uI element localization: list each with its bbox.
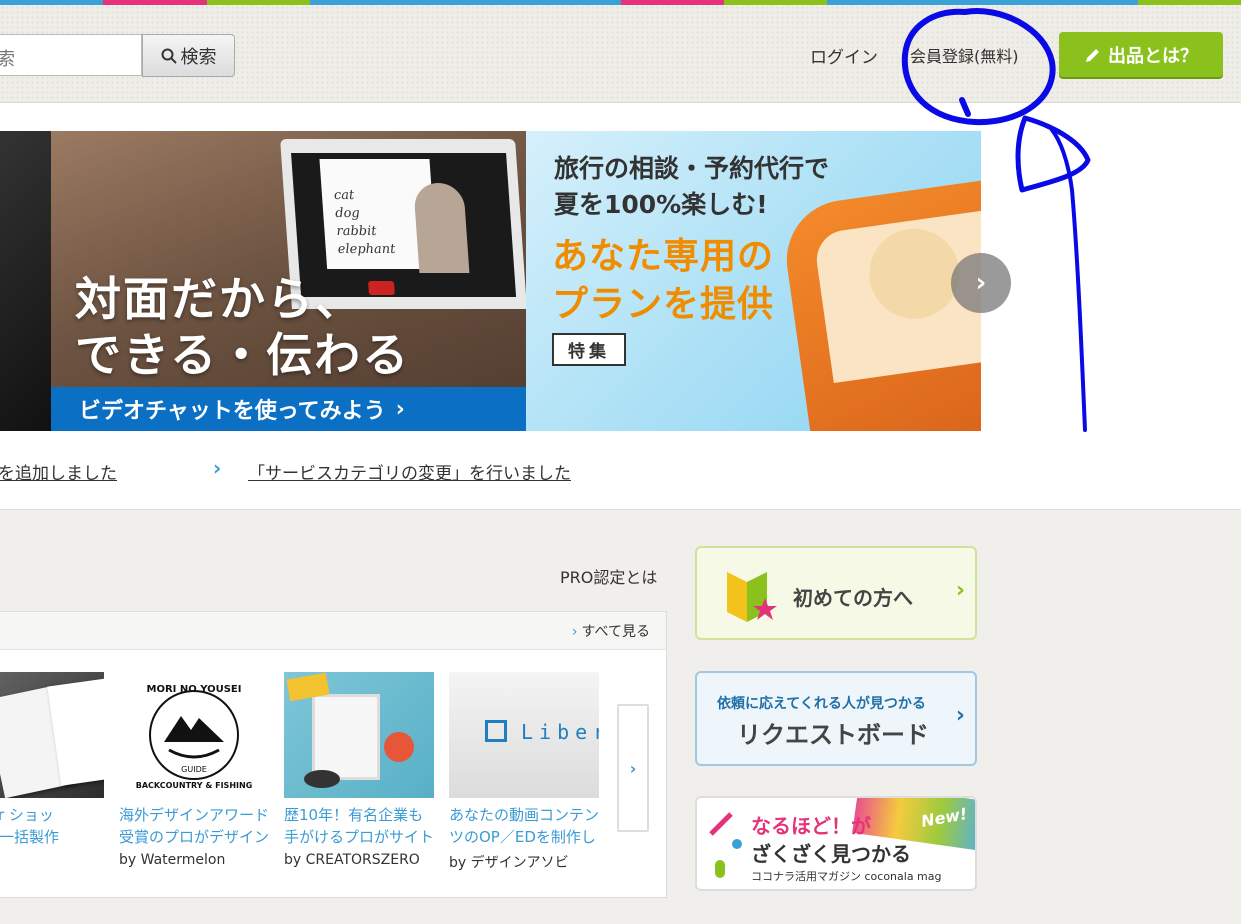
card-image: Liber <box>449 672 599 798</box>
sell-info-label: 出品とは？ <box>1108 45 1198 67</box>
news-item-1[interactable]: を追加しました <box>0 459 117 484</box>
svg-text:MORI NO YOUSEI: MORI NO YOUSEI <box>147 684 242 695</box>
pencil-icon <box>1086 48 1099 62</box>
video-chat-banner[interactable]: cat dog rabbit elephant 対面だから、 できる・伝わる ビ… <box>51 131 526 431</box>
svg-text:GUIDE: GUIDE <box>181 765 207 774</box>
service-card[interactable]: MORI NO YOUSEI GUIDE BACKCOUNTRY & FISHI… <box>119 672 269 868</box>
request-board-subtitle: 依頼に応えてくれる人が見つかる <box>717 696 926 712</box>
video-chat-headline: 対面だから、 できる・伝わる <box>75 272 411 382</box>
search-button-label: 検索 <box>180 46 217 68</box>
service-card[interactable]: Liber あなたの動画コンテンツのOP／EDを制作し by デザインアソビ <box>449 672 599 872</box>
previous-slide-peek[interactable] <box>0 131 51 431</box>
register-link[interactable]: 会員登録(無料) <box>910 43 1019 67</box>
sell-info-button[interactable]: 出品とは？ <box>1059 32 1223 77</box>
carousel-next-button[interactable]: › <box>951 253 1011 313</box>
search-button[interactable]: 検索 <box>142 34 235 77</box>
panel-header: › すべて見る <box>0 612 666 650</box>
card-image <box>284 672 434 798</box>
magic-wand-icon <box>709 812 742 878</box>
coconala-mag-banner[interactable]: New! なるほど！が ざくざく見つかる ココナラ活用マガジン coconala… <box>695 796 977 891</box>
chevron-right-icon: › <box>213 456 222 480</box>
card-image: MORI NO YOUSEI GUIDE BACKCOUNTRY & FISHI… <box>119 672 269 798</box>
woman-hat-image <box>863 222 966 325</box>
card-image <box>0 672 104 798</box>
travel-line2: 夏を100%楽しむ! <box>554 190 768 219</box>
service-card[interactable]: 名刺 or ショッド等を一括製作 tty <box>0 672 104 868</box>
chevron-right-icon: › <box>629 758 637 778</box>
news-item-2[interactable]: 「サービスカテゴリの変更」を行いました <box>248 459 571 484</box>
mag-line1: なるほど！が <box>751 814 871 838</box>
chevron-right-icon: › <box>395 396 405 422</box>
pro-services-panel: ›すべて見る 名刺 or ショッド等を一括製作 tty MORI NO YOUS… <box>0 611 667 898</box>
card-seller: by Watermelon <box>119 852 226 868</box>
chevron-right-icon: › <box>975 268 987 298</box>
see-all-link[interactable]: › すべて見る <box>572 621 650 641</box>
search-input[interactable] <box>0 34 142 76</box>
card-seller: tty <box>0 852 104 868</box>
svg-text:BACKCOUNTRY & FISHING: BACKCOUNTRY & FISHING <box>136 781 253 790</box>
card-seller: by デザインアソビ <box>449 855 569 871</box>
mag-line3: ココナラ活用マガジン coconala mag <box>751 870 942 883</box>
travel-line1: 旅行の相談・予約代行で <box>554 154 830 183</box>
chevron-right-icon: › <box>955 578 965 603</box>
travel-headline1: あなた専用の <box>552 236 775 277</box>
card-title: 歴10年！有名企業も 手がけるプロがサイト <box>284 806 434 846</box>
feature-tag: 特集 <box>552 333 626 366</box>
chevron-right-icon: › <box>571 624 578 640</box>
cards-next-button[interactable]: › <box>617 704 649 832</box>
request-board-banner[interactable]: 依頼に応えてくれる人が見つかる リクエストボード › <box>695 671 977 766</box>
card-title: あなたの動画コンテン ツのOP／EDを制作し <box>449 806 599 846</box>
beginner-guide-banner[interactable]: 初めての方へ › <box>695 546 977 640</box>
login-link[interactable]: ログイン <box>810 43 878 68</box>
pro-certification-link[interactable]: PRO認定とは <box>560 564 657 588</box>
mori-logo-image: MORI NO YOUSEI GUIDE BACKCOUNTRY & FISHI… <box>136 684 253 790</box>
search-icon <box>161 48 177 64</box>
chevron-right-icon: › <box>955 703 965 728</box>
teacher-image <box>413 183 470 273</box>
car-image <box>779 175 981 431</box>
travel-headline2: プランを提供 <box>552 284 775 325</box>
card-seller: by CREATORSZERO <box>284 852 420 868</box>
card-title: 名刺 or ショッド等を一括製作 <box>0 806 60 846</box>
beginner-label: 初めての方へ <box>793 586 913 610</box>
travel-feature-banner[interactable]: 旅行の相談・予約代行で 夏を100%楽しむ! あなた専用の プランを提供 特集 <box>526 131 981 431</box>
hero-section: cat dog rabbit elephant 対面だから、 できる・伝わる ビ… <box>0 103 1241 510</box>
request-board-title: リクエストボード <box>737 721 929 749</box>
beginner-mark-icon <box>727 572 777 622</box>
mag-line2: ざくざく見つかる <box>751 842 911 866</box>
card-title: 海外デザインアワード 受賞のプロがデザイン <box>119 806 269 846</box>
site-header: 検索 ログイン 会員登録(無料) 出品とは？ <box>0 5 1241 103</box>
video-chat-cta[interactable]: ビデオチャットを使ってみよう › <box>51 387 526 431</box>
service-card[interactable]: 歴10年！有名企業も 手がけるプロがサイト by CREATORSZERO <box>284 672 434 868</box>
